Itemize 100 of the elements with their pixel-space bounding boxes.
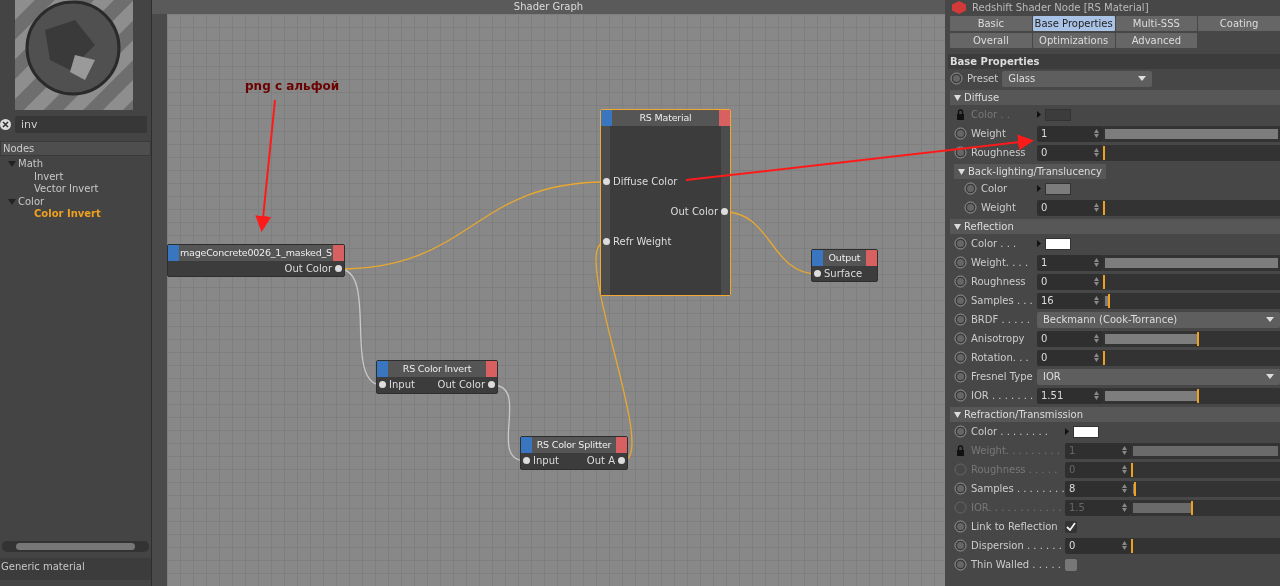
spinner-icon[interactable] — [1094, 148, 1099, 157]
slider-handle[interactable] — [1103, 350, 1105, 365]
slider-handle[interactable] — [1103, 145, 1105, 160]
tab[interactable]: Overall — [950, 33, 1032, 48]
tab[interactable]: Base Properties — [1032, 16, 1115, 31]
keyframe-icon[interactable] — [954, 275, 967, 288]
caret-icon[interactable] — [8, 198, 16, 205]
slider-handle[interactable] — [1108, 293, 1111, 308]
dropdown[interactable]: Beckmann (Cook-Torrance) — [1037, 311, 1280, 328]
input-socket[interactable] — [379, 381, 386, 388]
slider-handle[interactable] — [1103, 274, 1105, 289]
node-header-tab[interactable] — [601, 110, 612, 126]
input-socket[interactable] — [814, 270, 821, 277]
keyframe-icon[interactable] — [954, 256, 967, 269]
node-header-tab[interactable] — [866, 250, 877, 266]
keyframe-icon[interactable] — [964, 182, 977, 195]
scrollbar-thumb[interactable] — [16, 543, 135, 550]
slider-handle[interactable] — [1196, 388, 1199, 403]
number-field[interactable]: 1 — [1037, 254, 1103, 271]
spinner-icon[interactable] — [1094, 203, 1099, 212]
tree-item[interactable]: Math — [4, 158, 151, 171]
keyframe-icon[interactable] — [954, 482, 967, 495]
node-header-tab[interactable] — [168, 245, 179, 261]
slider-handle[interactable] — [1131, 538, 1133, 553]
tab[interactable]: Multi-SSS — [1115, 16, 1198, 31]
number-field[interactable]: 1.51 — [1037, 387, 1103, 404]
color-swatch[interactable] — [1073, 425, 1099, 438]
keyframe-icon[interactable] — [954, 351, 967, 364]
tab[interactable]: Coating — [1198, 16, 1280, 31]
keyframe-icon[interactable] — [954, 332, 967, 345]
number-field[interactable]: 0 — [1037, 144, 1103, 161]
node-header-tab[interactable] — [719, 110, 730, 126]
clear-icon[interactable] — [0, 119, 11, 130]
number-field[interactable]: 0 — [1037, 199, 1103, 216]
output-socket[interactable] — [618, 457, 625, 464]
input-socket[interactable] — [603, 178, 610, 185]
spinner-icon[interactable] — [1094, 391, 1099, 400]
caret-icon[interactable] — [8, 161, 16, 168]
keyframe-icon[interactable] — [954, 389, 967, 402]
shader-node[interactable]: RS Material Diffuse Color Out Color Refr Weight — [600, 109, 731, 296]
number-field[interactable]: 0 — [1037, 349, 1103, 366]
spinner-icon[interactable] — [1122, 465, 1127, 474]
node-header-tab[interactable] — [616, 437, 627, 453]
checkbox[interactable] — [1065, 558, 1077, 571]
number-field[interactable]: 0 — [1037, 273, 1103, 290]
tree-item[interactable]: Color Invert — [4, 208, 151, 221]
spinner-icon[interactable] — [1122, 484, 1127, 493]
tab[interactable]: Basic — [950, 16, 1032, 31]
input-socket[interactable] — [523, 457, 530, 464]
shader-node[interactable]: mageConcrete0026_1_masked_S Out Color — [167, 244, 345, 277]
dropdown[interactable]: IOR — [1037, 368, 1280, 385]
shader-node[interactable]: Output Surface — [811, 249, 878, 282]
number-field[interactable]: 16 — [1037, 292, 1103, 309]
spinner-icon[interactable] — [1094, 129, 1099, 138]
keyframe-icon[interactable] — [964, 201, 977, 214]
search-field[interactable]: inv — [15, 116, 147, 133]
keyframe-icon[interactable] — [954, 237, 967, 250]
keyframe-icon[interactable] — [954, 558, 967, 571]
section-header[interactable]: Refraction/Transmission — [950, 407, 1280, 422]
number-field[interactable]: 0 — [1037, 330, 1103, 347]
section-header[interactable]: Reflection — [950, 219, 1280, 234]
keyframe-icon[interactable] — [954, 425, 967, 438]
scrollbar[interactable] — [2, 541, 149, 552]
tab[interactable]: Optimizations — [1032, 33, 1115, 48]
checkbox[interactable] — [1065, 520, 1077, 533]
spinner-icon[interactable] — [1094, 353, 1099, 362]
keyframe-icon[interactable] — [954, 294, 967, 307]
number-field[interactable]: 8 — [1065, 480, 1131, 497]
output-socket[interactable] — [488, 381, 495, 388]
spinner-icon[interactable] — [1094, 296, 1099, 305]
spinner-icon[interactable] — [1122, 446, 1127, 455]
shader-node[interactable]: RS Color Splitter Input Out A — [520, 436, 628, 470]
spinner-icon[interactable] — [1094, 277, 1099, 286]
node-header-tab[interactable] — [812, 250, 823, 266]
color-swatch[interactable] — [1045, 237, 1071, 250]
output-socket[interactable] — [721, 208, 728, 215]
dropdown[interactable]: Glass — [1002, 70, 1153, 87]
keyframe-icon[interactable] — [954, 146, 967, 159]
keyframe-icon[interactable] — [954, 520, 967, 533]
node-header-tab[interactable] — [486, 361, 497, 377]
keyframe-icon[interactable] — [954, 127, 967, 140]
keyframe-icon[interactable] — [954, 313, 967, 326]
spinner-icon[interactable] — [1122, 541, 1127, 550]
keyframe-icon[interactable] — [954, 370, 967, 383]
output-socket[interactable] — [335, 265, 342, 272]
spinner-icon[interactable] — [1094, 334, 1099, 343]
keyframe-icon[interactable] — [950, 72, 963, 85]
tab[interactable]: Advanced — [1115, 33, 1198, 48]
section-header[interactable]: Back-lighting/Translucency — [954, 164, 1106, 179]
slider-handle[interactable] — [1196, 331, 1199, 346]
spinner-icon[interactable] — [1094, 258, 1099, 267]
slider-handle[interactable] — [1103, 200, 1105, 215]
color-swatch[interactable] — [1045, 182, 1071, 195]
keyframe-icon[interactable] — [954, 539, 967, 552]
tree-item[interactable]: Color — [4, 195, 151, 208]
number-field[interactable]: 0 — [1065, 537, 1131, 554]
node-header-tab[interactable] — [333, 245, 344, 261]
tree-item[interactable]: Vector Invert — [4, 183, 151, 196]
section-header[interactable]: Diffuse — [950, 90, 1280, 105]
number-field[interactable]: 1 — [1037, 125, 1103, 142]
